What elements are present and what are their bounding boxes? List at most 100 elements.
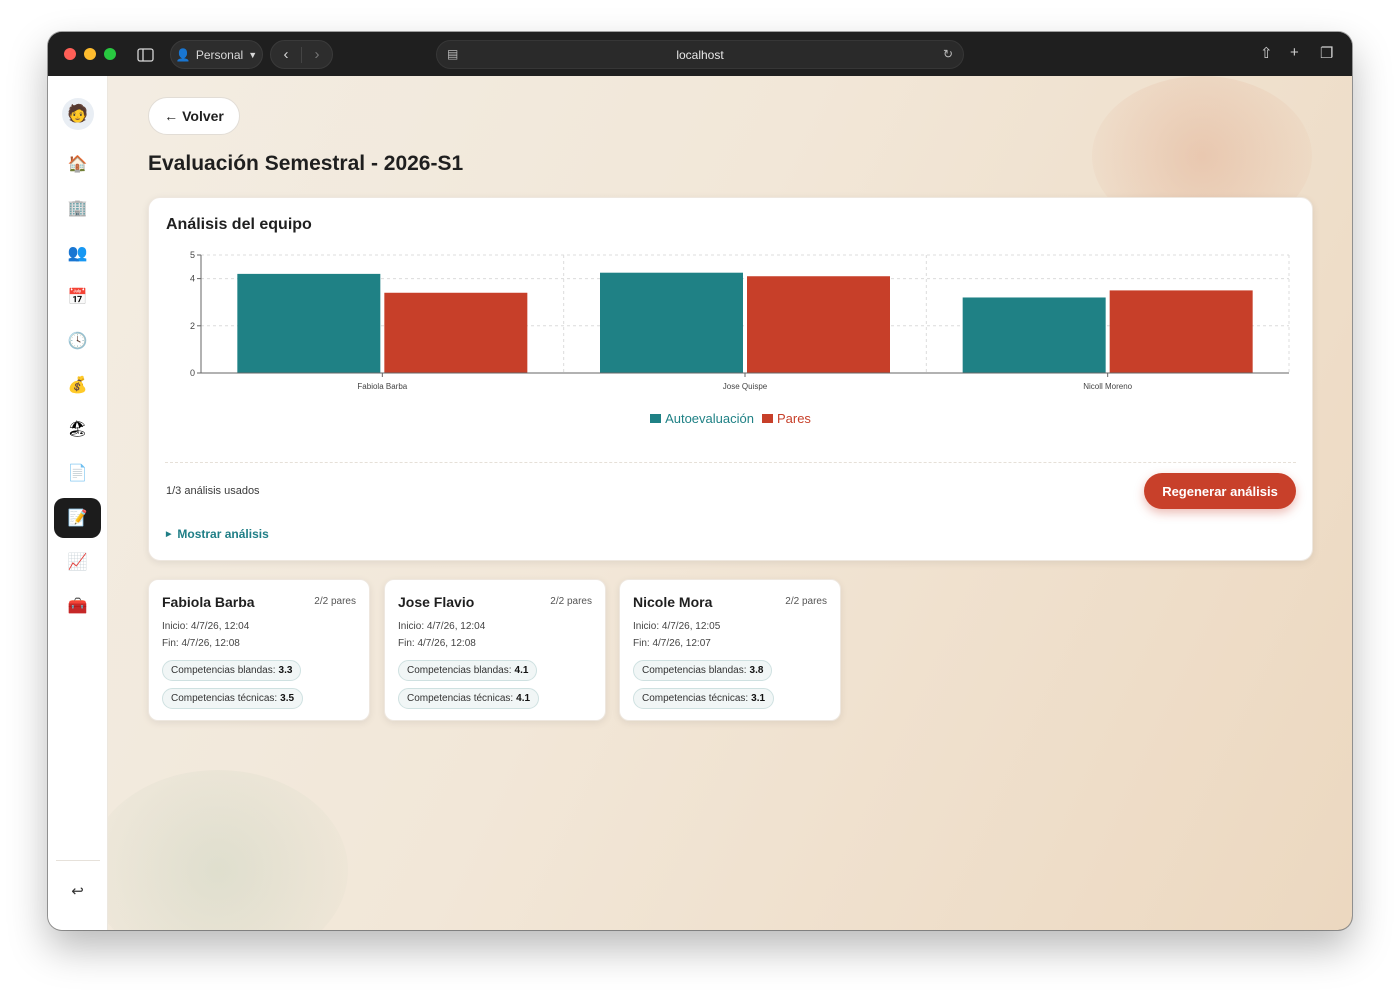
y-tick-label: 5: [190, 250, 195, 260]
avatar[interactable]: 🧑: [62, 98, 94, 130]
beach-umbrella-icon[interactable]: 🏖: [54, 409, 101, 449]
close-window-button[interactable]: [64, 48, 76, 60]
money-bag-icon[interactable]: 💰: [54, 365, 101, 405]
show-analysis-label: Mostrar análisis: [177, 527, 269, 541]
team-analysis-card: Análisis del equipo Fabiola Barba Jose Qu…: [148, 197, 1313, 561]
person-name: Nicole Mora: [633, 594, 713, 610]
legend-swatch: [650, 414, 662, 423]
tech-skills-badge: Competencias técnicas: 3.5: [162, 688, 304, 709]
sidebar-divider: [56, 860, 100, 861]
back-button[interactable]: ← Volver: [148, 97, 240, 135]
y-tick-label: 0: [190, 368, 195, 378]
profile-button[interactable]: 👤 Personal ▼: [170, 40, 263, 69]
legend-item[interactable]: Pares: [761, 411, 811, 426]
tab-overview-icon[interactable]: ❐: [1320, 44, 1333, 62]
maximize-window-button[interactable]: [104, 48, 116, 60]
clock-icon[interactable]: 🕓: [54, 321, 101, 361]
calendar-icon[interactable]: 📅: [54, 277, 101, 317]
person-card[interactable]: Fabiola Barba 2/2 pares Inicio: 4/7/26, …: [148, 579, 370, 721]
show-analysis-toggle[interactable]: ▶ Mostrar análisis: [166, 527, 269, 541]
share-icon[interactable]: ⇧: [1260, 44, 1273, 62]
person-card[interactable]: Jose Flavio 2/2 pares Inicio: 4/7/26, 12…: [384, 579, 606, 721]
back-label: Volver: [182, 108, 224, 124]
address-bar[interactable]: ▤ localhost ↻: [436, 40, 964, 69]
browser-titlebar: 👤 Personal ▼ ‹ › ▤ localhost ↻ ⇧ + ❐: [48, 32, 1352, 76]
y-tick-label: 4: [190, 274, 195, 284]
chevron-down-icon: ▼: [248, 49, 258, 60]
end-time: Fin: 4/7/26, 12:08: [162, 638, 240, 649]
soft-skills-badge: Competencias blandas: 3.8: [633, 660, 773, 681]
url-text: localhost: [676, 48, 724, 62]
start-time: Inicio: 4/7/26, 12:04: [162, 621, 250, 632]
person-icon: 👤: [175, 47, 191, 62]
sidebar-toggle-icon[interactable]: [128, 40, 162, 69]
page-title: Evaluación Semestral - 2026-S1: [148, 152, 464, 175]
tech-skills-label: Competencias técnicas:: [171, 693, 278, 704]
soft-skills-badge: Competencias blandas: 3.3: [162, 660, 302, 681]
tech-skills-label: Competencias técnicas:: [642, 693, 749, 704]
bar-autoevaluacion: [962, 297, 1106, 373]
logout-icon[interactable]: ↩: [54, 876, 101, 906]
person-card[interactable]: Nicole Mora 2/2 pares Inicio: 4/7/26, 12…: [619, 579, 841, 721]
page-content: 🧑 🏠 🏢 👥 📅 🕓 💰 🏖 📄 📝 📈 🧰 ↩ ← Volver Evalu…: [48, 76, 1352, 930]
regenerate-analysis-button[interactable]: Regenerar análisis: [1144, 473, 1296, 509]
card-divider: [165, 462, 1296, 463]
person-name: Jose Flavio: [398, 594, 475, 610]
bar-autoevaluacion: [600, 272, 743, 373]
forward-arrow-icon[interactable]: ›: [302, 46, 332, 63]
bar-pares: [1109, 290, 1253, 373]
legend-label: Pares: [776, 411, 811, 426]
app-sidebar: 🧑 🏠 🏢 👥 📅 🕓 💰 🏖 📄 📝 📈 🧰 ↩: [48, 76, 108, 930]
memo-icon[interactable]: 📝: [54, 498, 101, 538]
toolbox-icon[interactable]: 🧰: [54, 586, 101, 626]
start-time: Inicio: 4/7/26, 12:04: [398, 621, 486, 632]
start-time: Inicio: 4/7/26, 12:05: [633, 621, 721, 632]
soft-skills-value: 4.1: [514, 665, 529, 676]
tech-skills-value: 3.5: [280, 693, 295, 704]
pares-count: 2/2 pares: [314, 596, 356, 607]
tech-skills-value: 3.1: [751, 693, 766, 704]
arrow-left-icon: ←: [164, 108, 179, 124]
legend-label: Autoevaluación: [665, 411, 754, 426]
chart-legend: Autoevaluación Pares: [149, 411, 1312, 426]
x-tick-label: Fabiola Barba: [357, 382, 407, 391]
back-arrow-icon[interactable]: ‹: [271, 46, 301, 63]
browser-window: 👤 Personal ▼ ‹ › ▤ localhost ↻ ⇧ + ❐ 🧑 🏠…: [48, 32, 1352, 930]
soft-skills-badge: Competencias blandas: 4.1: [398, 660, 538, 681]
soft-skills-value: 3.3: [278, 665, 293, 676]
soft-skills-label: Competencias blandas:: [171, 665, 276, 676]
x-tick-label: Jose Quispe: [723, 382, 768, 391]
pares-count: 2/2 pares: [785, 596, 827, 607]
translate-reload-icon[interactable]: ↻: [943, 47, 953, 61]
usage-text: 1/3 análisis usados: [166, 485, 260, 497]
team-bar-chart: Fabiola Barba Jose Quispe Nicoll Moreno 0 2 4…: [190, 250, 1290, 391]
soft-skills-label: Competencias blandas:: [407, 665, 512, 676]
minimize-window-button[interactable]: [84, 48, 96, 60]
home-icon[interactable]: 🏠: [54, 144, 101, 184]
soft-skills-value: 3.8: [749, 665, 764, 676]
chart-icon[interactable]: 📈: [54, 542, 101, 582]
end-time: Fin: 4/7/26, 12:07: [633, 638, 711, 649]
soft-skills-label: Competencias blandas:: [642, 665, 747, 676]
bar-pares: [384, 292, 528, 373]
profile-label: Personal: [195, 47, 244, 62]
document-icon[interactable]: 📄: [54, 453, 101, 493]
pares-count: 2/2 pares: [550, 596, 592, 607]
people-icon[interactable]: 👥: [54, 233, 101, 273]
x-tick-label: Nicoll Moreno: [1083, 382, 1132, 391]
end-time: Fin: 4/7/26, 12:08: [398, 638, 476, 649]
legend-swatch: [761, 414, 773, 423]
bar-autoevaluacion: [237, 273, 381, 373]
tech-skills-value: 4.1: [516, 693, 531, 704]
building-icon[interactable]: 🏢: [54, 188, 101, 228]
person-name: Fabiola Barba: [162, 594, 255, 610]
bar-pares: [747, 276, 890, 373]
background-glow: [88, 770, 348, 930]
legend-item[interactable]: Autoevaluación: [650, 411, 754, 426]
tech-skills-label: Competencias técnicas:: [407, 693, 514, 704]
tech-skills-badge: Competencias técnicas: 4.1: [398, 688, 540, 709]
new-tab-icon[interactable]: +: [1290, 44, 1299, 61]
triangle-right-icon: ▶: [166, 531, 172, 538]
tech-skills-badge: Competencias técnicas: 3.1: [633, 688, 775, 709]
y-tick-label: 2: [190, 321, 195, 331]
